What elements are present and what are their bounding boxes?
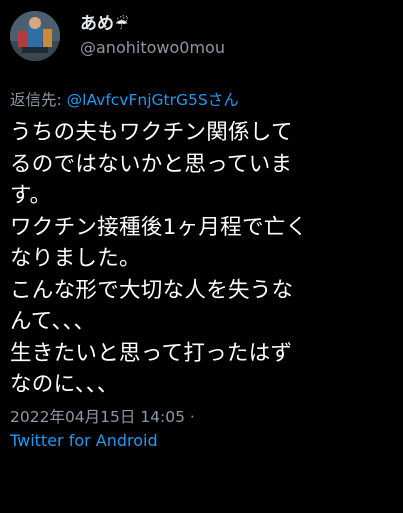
reply-to-line: 返信先: @lAvfcvFnjGtrG5Sさん (10, 89, 391, 111)
user-names: あめ ☔ @anohitowo0mou (80, 10, 225, 60)
umbrella-icon: ☔ (115, 14, 129, 33)
tweet-text-line: なのに、、、 (10, 372, 119, 397)
tweet-text-line: こんな形で大切な人を失うな (10, 277, 294, 303)
tweet-header: あめ ☔ @anohitowo0mou (10, 10, 391, 72)
tweet-text-line: るのではないかと思っていま (10, 151, 293, 177)
tweet-text: うちの夫もワクチン関係して るのではないかと思っていま す。 ワクチン接種後1ヶ… (10, 117, 391, 401)
user-handle[interactable]: @anohitowo0mou (80, 36, 225, 60)
avatar[interactable] (10, 11, 60, 61)
avatar-image (10, 11, 60, 61)
tweet-text-line: んて、、、 (10, 309, 96, 334)
reply-mention-link[interactable]: @lAvfcvFnjGtrG5Sさん (67, 91, 239, 109)
tweet-text-line: す。 (10, 183, 52, 208)
display-name[interactable]: あめ ☔ (80, 13, 225, 35)
display-name-text: あめ (80, 14, 114, 34)
tweet-timestamp[interactable]: 2022年04月15日 14:05 · (10, 406, 391, 428)
tweet-source-link[interactable]: Twitter for Android (10, 429, 391, 453)
tweet-detail: あめ ☔ @anohitowo0mou 返信先: @lAvfcvFnjGtrG5… (0, 0, 403, 513)
tweet-text-line: 生きたいと思って打ったはず (10, 340, 293, 366)
tweet-text-line: ワクチン接種後1ヶ月程で亡く (10, 214, 308, 240)
reply-prefix: 返信先: (10, 91, 67, 109)
tweet-text-line: うちの夫もワクチン関係して (10, 120, 293, 145)
tweet-text-line: なりました。 (10, 246, 141, 271)
